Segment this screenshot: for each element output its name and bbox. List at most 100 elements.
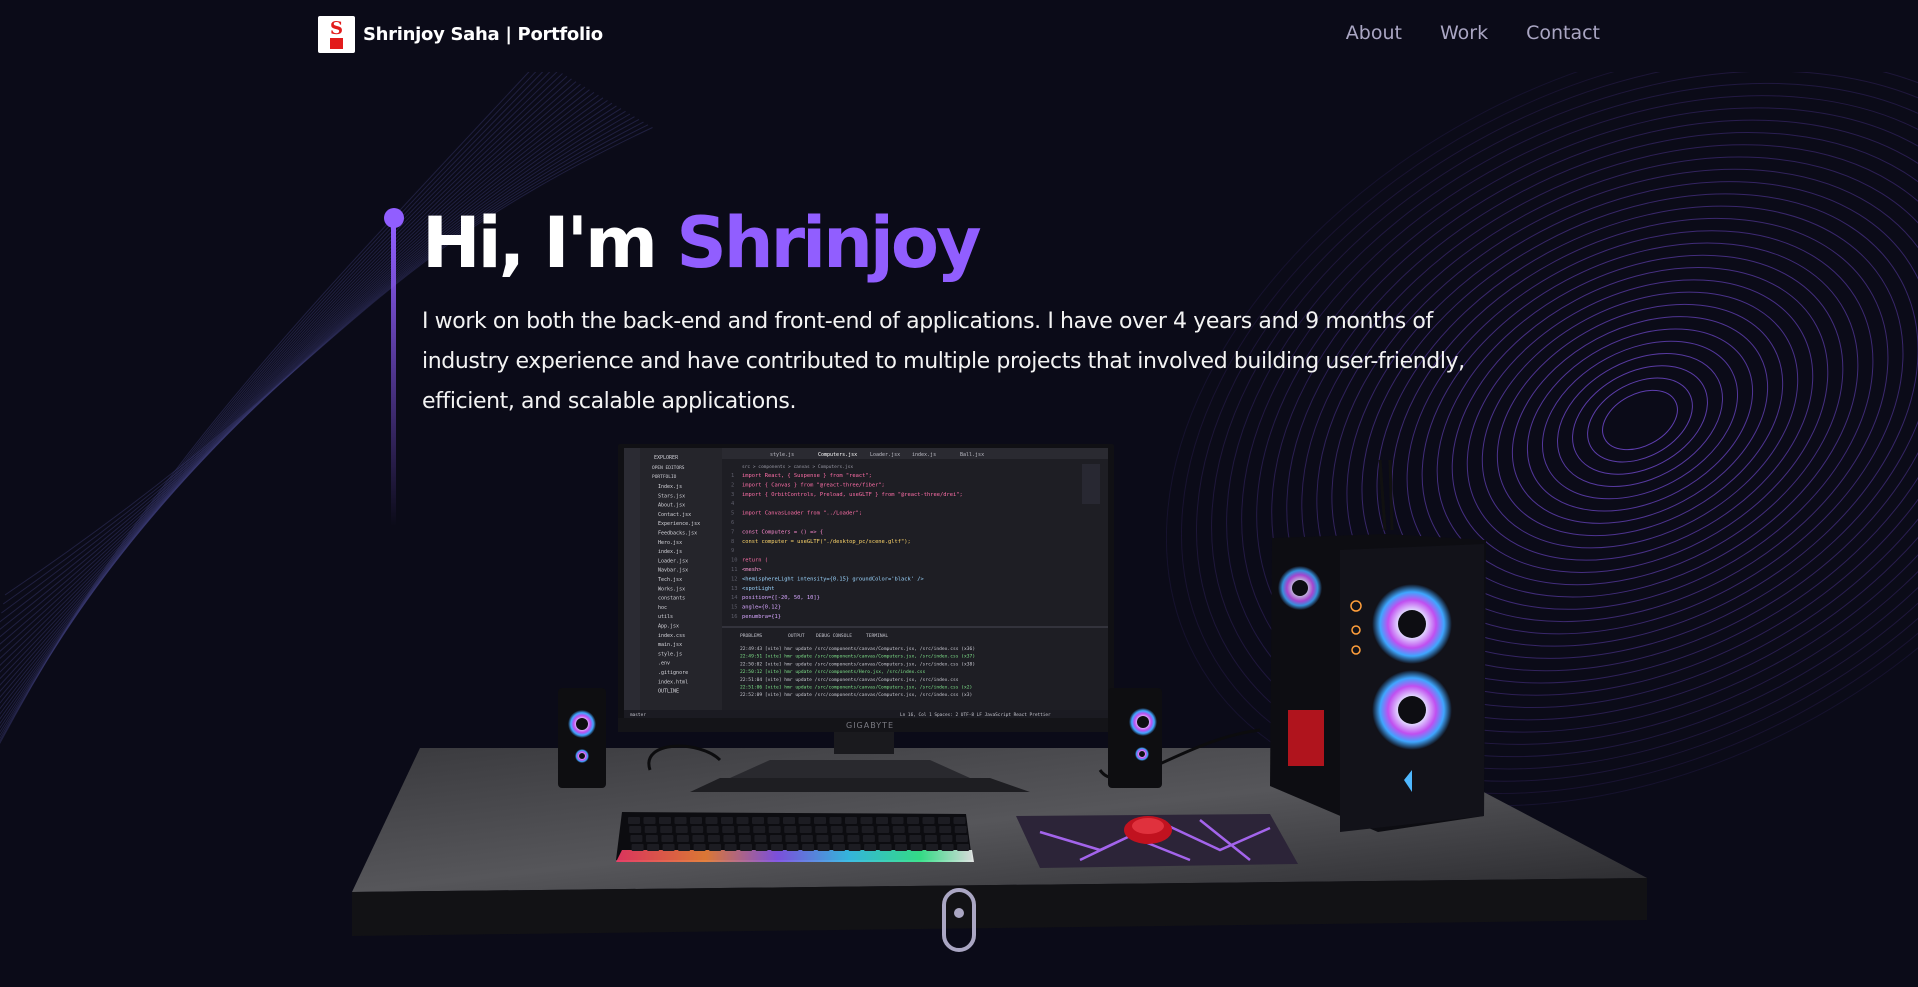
keyboard-key [692,835,705,842]
navbar: S Shrinjoy Saha | Portfolio About Work C… [0,0,1918,72]
editor-terminal-line: 22:50:02 [vite] hmr update /src/componen… [740,661,975,667]
keyboard-key [862,835,875,842]
keyboard-key [644,826,657,833]
editor-file-item: Works.jsx [658,586,685,592]
keyboard-key [877,826,890,833]
editor-panel-tab: TERMINAL [866,633,888,639]
keyboard-key [643,817,656,824]
keyboard-key [755,844,768,851]
computer-desk-3d-canvas[interactable]: EXPLORER OPEN EDITORS PORTFOLIO Index.js… [340,440,1660,940]
keyboard-key [938,817,950,824]
keyboard-key [957,844,970,851]
editor-code-line: position={[-20, 50, 10]} [742,595,820,601]
keyboard-key [675,826,688,833]
scroll-down-button[interactable] [942,888,976,952]
keyboard-key [629,826,642,833]
keyboard-key [831,835,844,842]
editor-file-item: hoc [658,605,667,611]
keyboard-key [910,844,923,851]
keyboard-key [815,826,828,833]
editor-section-open: OPEN EDITORS [652,465,685,471]
editor-line-number: 14 [731,595,738,601]
keyboard-key [926,844,939,851]
editor-file-item: Hero.jsx [658,540,682,546]
editor-file-item: Index.js [658,484,682,490]
editor-file-item: index.css [658,633,685,639]
keyboard-key [908,826,921,833]
keyboard-key [816,835,829,842]
nav-link-contact[interactable]: Contact [1526,22,1600,44]
editor-line-number: 3 [731,492,734,498]
accent-dot [384,208,404,228]
keyboard-key [895,844,908,851]
editor-terminal-line: 22:51:04 [vite] hmr update /src/componen… [740,677,959,683]
keyboard-key [893,835,906,842]
keyboard-key [907,817,919,824]
scroll-dot [954,908,964,918]
editor-line-number: 7 [731,529,734,535]
editor-breadcrumb: src > components > canvas > Computers.js… [742,464,853,470]
keyboard-key [955,835,968,842]
keyboard-key [706,826,719,833]
editor-code-line: penumbra={1} [742,614,781,620]
keyboard-key [940,835,953,842]
keyboard-key [740,844,753,851]
editor-code-line: const Computers = () => { [742,529,823,535]
hero-greeting: Hi, I'm [422,202,677,284]
editor-terminal-line: 22:52:09 [vite] hmr update /src/componen… [740,692,972,698]
editor-panel-tab: DEBUG CONSOLE [816,633,852,639]
keyboard-key [876,817,888,824]
nav-links: About Work Contact [1346,22,1600,44]
keyboard-key [647,844,660,851]
keyboard-key [707,835,720,842]
editor-file-item: Contact.jsx [658,512,691,518]
editor-file-item: Feedbacks.jsx [658,531,697,537]
hero-title: Hi, I'm Shrinjoy [422,200,982,286]
editor-file-item: .gitignore [658,670,688,676]
keyboard-key [662,844,675,851]
editor-file-item: App.jsx [658,624,679,630]
keyboard-key [738,835,751,842]
editor-line-number: 4 [731,501,734,507]
keyboard-key [769,835,782,842]
keyboard-key [923,826,936,833]
editor-line-number: 12 [731,576,738,582]
editor-file-item: Loader.jsx [658,558,688,564]
keyboard-key [954,826,967,833]
keyboard-key [660,826,673,833]
editor-file-item: constants [658,596,685,602]
brand-link[interactable]: S Shrinjoy Saha | Portfolio [318,16,603,53]
editor-file-item: index.html [658,679,688,685]
nav-link-about[interactable]: About [1346,22,1402,44]
editor-file-item: Experience.jsx [658,521,700,527]
editor-line-number: 15 [731,605,738,611]
editor-file-item: utils [658,614,673,620]
keyboard-key [799,826,812,833]
keyboard-key [953,817,966,824]
editor-tab: index.js [912,452,936,458]
keyboard-key [723,835,736,842]
editor-tab: Computers.jsx [818,452,857,458]
editor-terminal-line: 22:50:12 [vite] hmr update /src/componen… [740,669,926,675]
keyboard-key [860,817,873,824]
keyboard-key [631,844,644,851]
keyboard-key [709,844,722,851]
keyboard-key [645,835,658,842]
monitor-brand: GIGABYTE [846,721,894,730]
keyboard-key [879,844,892,851]
keyboard-key [722,826,735,833]
nav-link-work[interactable]: Work [1440,22,1488,44]
editor-line-number: 5 [731,511,734,517]
editor-code-line: <hemisphereLight intensity={0.15} ground… [742,576,924,582]
keyboard-key [892,826,905,833]
editor-file-item: .env [658,661,670,667]
editor-code-line: return ( [742,558,768,564]
editor-code-line: import { OrbitControls, Preload, useGLTF… [742,492,963,498]
editor-line-number: 6 [731,520,734,526]
editor-line-number: 2 [731,482,734,488]
monitor: EXPLORER OPEN EDITORS PORTFOLIO Index.js… [618,444,1114,792]
keyboard-key [691,826,704,833]
hero-name: Shrinjoy [676,202,981,284]
editor-line-number: 1 [731,473,734,479]
keyboard-key [752,817,764,824]
